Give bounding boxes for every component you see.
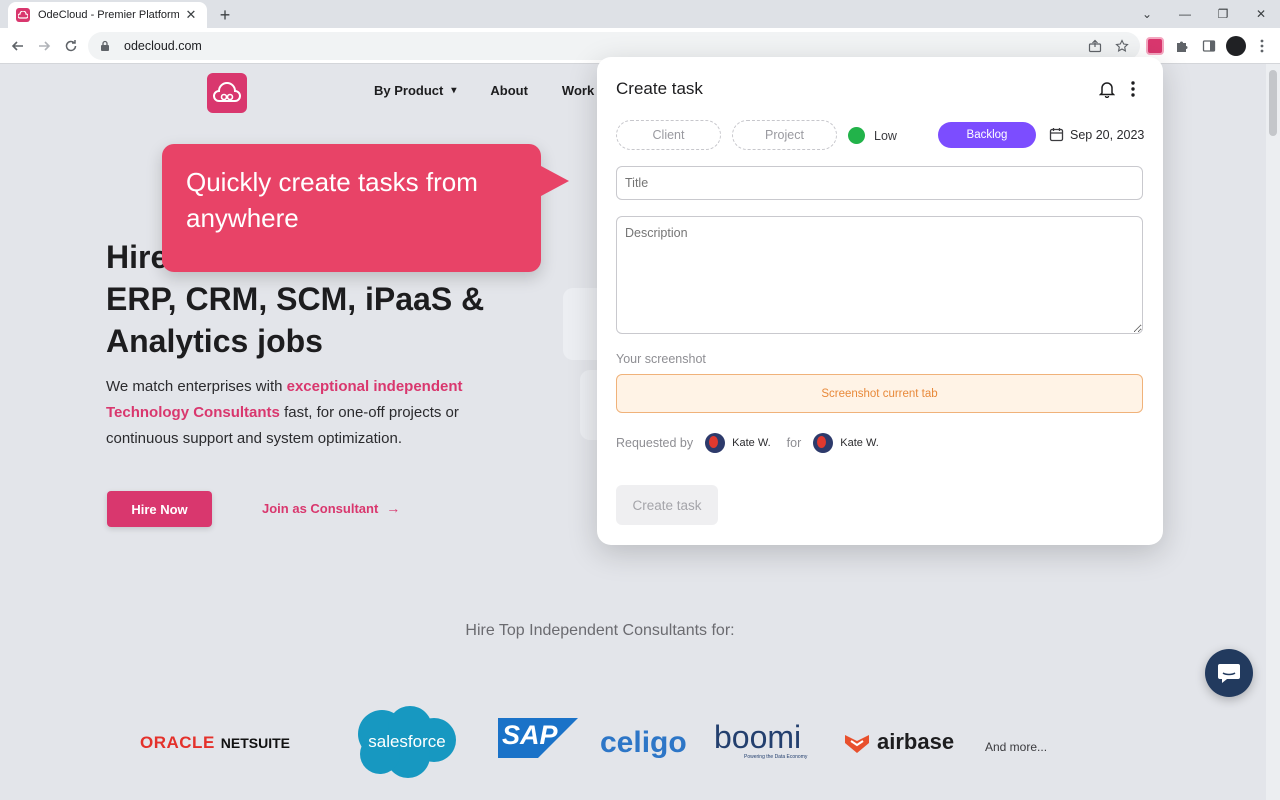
hero-title-line2: ERP, CRM, SCM, iPaaS & bbox=[106, 281, 485, 317]
address-bar[interactable]: odecloud.com bbox=[88, 32, 1140, 60]
boomi-text: boomi bbox=[714, 719, 802, 755]
page-scrollbar[interactable] bbox=[1266, 64, 1280, 800]
boomi-logo: boomi Powering the Data Economy bbox=[714, 720, 807, 760]
forward-icon[interactable] bbox=[32, 34, 56, 58]
join-as-consultant-link[interactable]: Join as Consultant → bbox=[262, 500, 400, 516]
celigo-logo: celigo bbox=[600, 726, 687, 760]
odecloud-logo[interactable] bbox=[207, 73, 247, 113]
panel-title: Create task bbox=[616, 79, 703, 98]
requester-name[interactable]: Kate W. bbox=[732, 437, 771, 449]
hire-now-button[interactable]: Hire Now bbox=[107, 491, 212, 527]
create-task-button[interactable]: Create task bbox=[616, 485, 718, 525]
priority-dot-icon bbox=[848, 127, 865, 144]
chevron-down-icon: ▾ bbox=[451, 85, 457, 96]
reload-icon[interactable] bbox=[59, 34, 83, 58]
feature-callout: Quickly create tasks from anywhere bbox=[162, 144, 541, 272]
nav-about[interactable]: About bbox=[490, 83, 528, 98]
share-icon[interactable] bbox=[1083, 34, 1107, 58]
screenshot-current-tab-button[interactable]: Screenshot current tab bbox=[616, 374, 1143, 413]
tab-close-icon[interactable]: ✕ bbox=[183, 7, 199, 23]
priority-selector[interactable]: Low bbox=[848, 127, 897, 144]
airbase-logo: airbase bbox=[843, 729, 954, 755]
callout-pointer bbox=[541, 166, 569, 196]
airbase-text: airbase bbox=[877, 729, 955, 754]
url-text: odecloud.com bbox=[124, 39, 202, 53]
tab-title: OdeCloud - Premier Platform for bbox=[38, 9, 179, 21]
priority-label: Low bbox=[874, 128, 897, 143]
scrollbar-thumb[interactable] bbox=[1269, 70, 1277, 136]
hero-desc-part1: We match enterprises with bbox=[106, 378, 287, 395]
hero-description: We match enterprises with exceptional in… bbox=[106, 374, 526, 452]
minimize-button[interactable]: — bbox=[1166, 0, 1204, 28]
browser-tab-strip: OdeCloud - Premier Platform for ✕ + ⌄ — … bbox=[0, 0, 1280, 28]
chat-bubble-icon bbox=[1218, 664, 1240, 683]
requested-by-row: Requested by Kate W. for Kate W. bbox=[616, 433, 879, 453]
due-date-label: Sep 20, 2023 bbox=[1070, 127, 1145, 142]
extensions-puzzle-icon[interactable] bbox=[1170, 34, 1194, 58]
assignee-name[interactable]: Kate W. bbox=[840, 437, 879, 449]
status-selector[interactable]: Backlog bbox=[938, 122, 1036, 148]
oracle-netsuite-logo: ORACLE NETSUITE bbox=[140, 733, 290, 753]
tab-search-icon[interactable]: ⌄ bbox=[1128, 0, 1166, 28]
browser-menu-icon[interactable] bbox=[1250, 34, 1274, 58]
nav-by-product-label: By Product bbox=[374, 83, 444, 98]
airbase-mark-icon bbox=[845, 735, 869, 753]
oracle-text: ORACLE bbox=[140, 733, 215, 752]
requested-by-label: Requested by bbox=[616, 436, 694, 450]
odecloud-favicon-icon bbox=[16, 8, 30, 22]
new-tab-button[interactable]: + bbox=[214, 4, 236, 26]
sap-logo: SAP bbox=[498, 718, 578, 758]
maximize-button[interactable]: ❐ bbox=[1204, 0, 1242, 28]
chat-widget-button[interactable] bbox=[1205, 649, 1253, 697]
hero-title-line3: Analytics jobs bbox=[106, 323, 323, 359]
calendar-icon bbox=[1049, 127, 1064, 142]
arrow-right-icon: → bbox=[386, 500, 401, 516]
lock-icon bbox=[100, 39, 114, 53]
profile-avatar[interactable] bbox=[1224, 34, 1248, 58]
title-input[interactable] bbox=[616, 166, 1143, 200]
screenshot-label: Your screenshot bbox=[616, 352, 706, 366]
netsuite-text: NETSUITE bbox=[220, 735, 291, 751]
bookmark-star-icon[interactable] bbox=[1110, 34, 1134, 58]
assignee-avatar[interactable] bbox=[813, 433, 834, 453]
salesforce-text: salesforce bbox=[368, 732, 446, 751]
odecloud-extension-icon[interactable] bbox=[1143, 34, 1167, 58]
requester-avatar[interactable] bbox=[705, 433, 726, 453]
browser-tab[interactable]: OdeCloud - Premier Platform for ✕ bbox=[8, 2, 207, 28]
nav-work[interactable]: Work bbox=[562, 83, 594, 98]
side-panel-icon[interactable] bbox=[1197, 34, 1221, 58]
consultants-heading: Hire Top Independent Consultants for: bbox=[465, 622, 735, 639]
description-input[interactable] bbox=[616, 216, 1143, 334]
for-label: for bbox=[786, 436, 802, 450]
back-icon[interactable] bbox=[6, 34, 30, 58]
salesforce-logo: salesforce bbox=[352, 704, 462, 780]
close-window-button[interactable]: ✕ bbox=[1242, 0, 1280, 28]
join-link-label: Join as Consultant bbox=[262, 500, 379, 516]
client-selector[interactable]: Client bbox=[616, 120, 721, 150]
boomi-tagline: Powering the Data Economy bbox=[744, 754, 808, 760]
partner-logos: ORACLE NETSUITE salesforce SAP celigo bo… bbox=[0, 700, 1280, 790]
due-date-selector[interactable]: Sep 20, 2023 bbox=[1049, 127, 1144, 142]
more-options-icon[interactable] bbox=[1123, 79, 1143, 99]
nav-by-product[interactable]: By Product ▾ bbox=[374, 83, 456, 98]
bell-icon[interactable] bbox=[1097, 79, 1117, 99]
sap-text: SAP bbox=[502, 720, 558, 750]
create-task-panel: Create task Client Project Low Backlog S… bbox=[597, 57, 1163, 545]
project-selector[interactable]: Project bbox=[732, 120, 837, 150]
site-nav: By Product ▾ About Work bbox=[374, 83, 628, 98]
celigo-text: celigo bbox=[600, 726, 687, 759]
and-more-label: And more... bbox=[985, 740, 1048, 754]
